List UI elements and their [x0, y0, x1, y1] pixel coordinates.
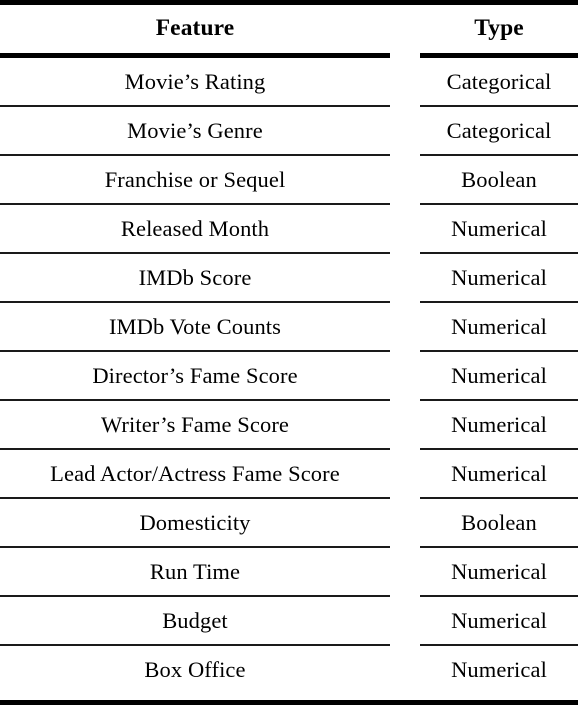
table-row: IMDb Vote Counts Numerical [0, 303, 578, 352]
column-gap [390, 548, 420, 597]
table-row: Movie’s Rating Categorical [0, 58, 578, 107]
cell-type: Numerical [451, 608, 547, 634]
cell-feature: Lead Actor/Actress Fame Score [50, 461, 340, 487]
table-row: Movie’s Genre Categorical [0, 107, 578, 156]
cell-feature: Budget [162, 608, 228, 634]
cell-type: Numerical [451, 461, 547, 487]
column-gap [390, 401, 420, 450]
column-gap [390, 597, 420, 646]
column-gap [390, 205, 420, 254]
cell-type: Categorical [446, 69, 552, 95]
cell-feature: IMDb Vote Counts [108, 314, 282, 340]
cell-feature: Movie’s Rating [124, 69, 266, 95]
column-gap [390, 254, 420, 303]
column-gap [390, 107, 420, 156]
column-header-type: Type [474, 15, 524, 42]
cell-type: Categorical [446, 118, 552, 144]
table-row: Box Office Numerical [0, 646, 578, 695]
column-gap [390, 499, 420, 548]
column-header-feature: Feature [155, 15, 235, 42]
cell-type: Numerical [451, 314, 547, 340]
column-gap [390, 450, 420, 499]
cell-type: Numerical [451, 412, 547, 438]
cell-type: Numerical [451, 657, 547, 683]
column-gap [390, 156, 420, 205]
cell-type: Numerical [451, 216, 547, 242]
feature-type-table: Feature Type Movie’s Rating Categorical Mo… [0, 0, 578, 708]
table-row: Director’s Fame Score Numerical [0, 352, 578, 401]
table-row: Franchise or Sequel Boolean [0, 156, 578, 205]
column-gap [390, 303, 420, 352]
cell-feature: Released Month [120, 216, 270, 242]
cell-feature: Director’s Fame Score [92, 363, 298, 389]
cell-feature: Writer’s Fame Score [100, 412, 290, 438]
column-gap [390, 5, 420, 53]
cell-type: Numerical [451, 363, 547, 389]
cell-type: Boolean [461, 167, 537, 193]
table-row: Lead Actor/Actress Fame Score Numerical [0, 450, 578, 499]
table-row: Writer’s Fame Score Numerical [0, 401, 578, 450]
cell-feature: Domesticity [139, 510, 251, 536]
cell-type: Boolean [461, 510, 537, 536]
column-gap [390, 352, 420, 401]
cell-feature: IMDb Score [138, 265, 252, 291]
table-row: Domesticity Boolean [0, 499, 578, 548]
cell-type: Numerical [451, 559, 547, 585]
cell-type: Numerical [451, 265, 547, 291]
cell-feature: Franchise or Sequel [104, 167, 286, 193]
table-row: Released Month Numerical [0, 205, 578, 254]
cell-feature: Box Office [144, 657, 246, 683]
column-gap [390, 646, 420, 695]
column-gap [390, 58, 420, 107]
table-row: Budget Numerical [0, 597, 578, 646]
table-bottom-rule [0, 700, 578, 705]
cell-feature: Run Time [149, 559, 241, 585]
cell-feature: Movie’s Genre [127, 118, 263, 144]
table-row: Run Time Numerical [0, 548, 578, 597]
table-row: IMDb Score Numerical [0, 254, 578, 303]
table-header-row: Feature Type [0, 5, 578, 53]
